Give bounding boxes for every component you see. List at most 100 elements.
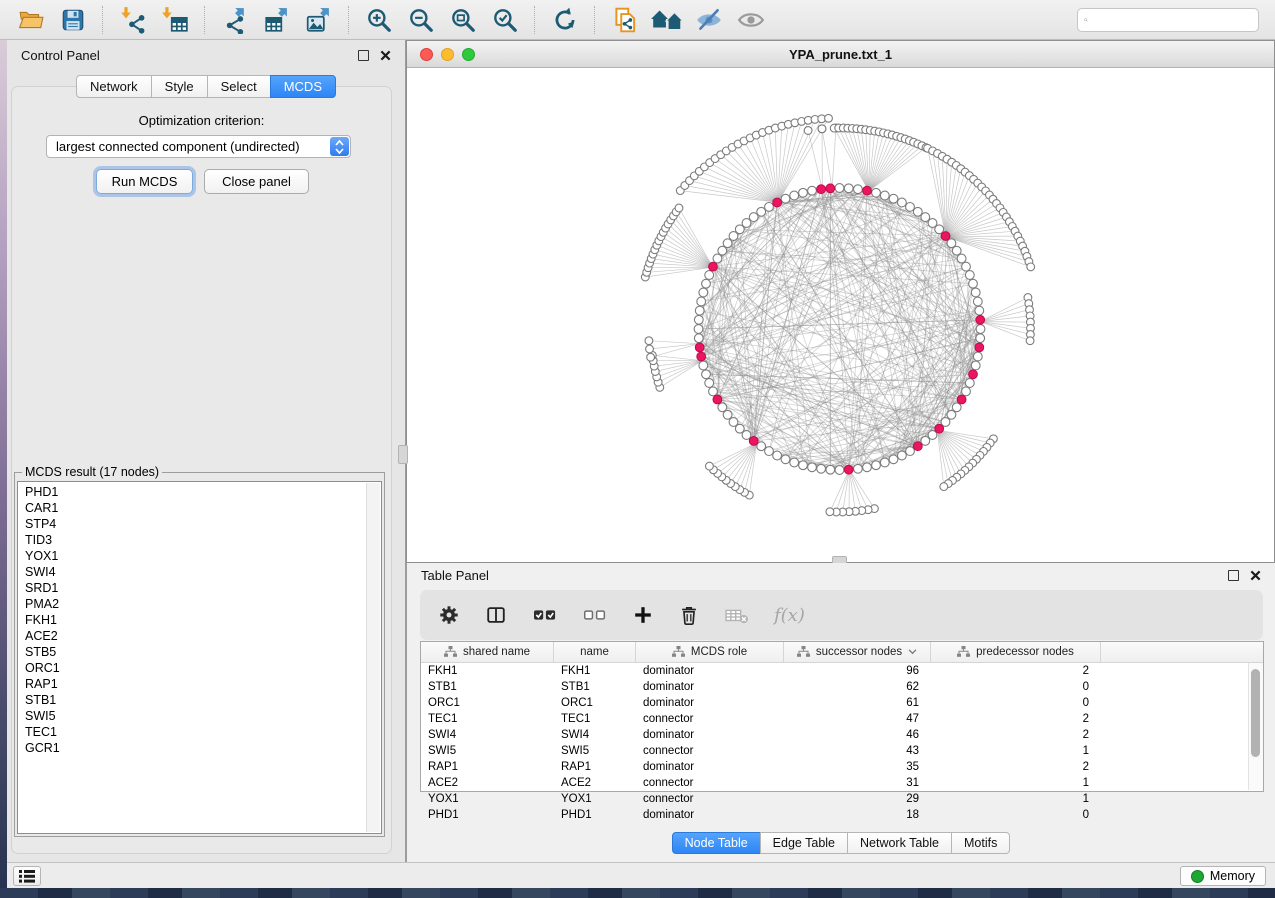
vertical-splitter-handle[interactable] (398, 445, 408, 464)
graph-node[interactable] (742, 219, 751, 228)
graph-node[interactable] (826, 465, 835, 474)
mcds-result-item[interactable]: SRD1 (18, 580, 381, 596)
mcds-result-item[interactable]: ORC1 (18, 660, 381, 676)
graph-node[interactable] (765, 447, 774, 456)
graph-mcds-node[interactable] (975, 343, 984, 352)
graph-node[interactable] (906, 203, 915, 212)
mcds-result-item[interactable]: ACE2 (18, 628, 381, 644)
graph-node[interactable] (854, 464, 863, 473)
graph-node[interactable] (697, 297, 706, 306)
graph-node[interactable] (965, 271, 974, 280)
graph-node[interactable] (971, 288, 980, 297)
graph-node[interactable] (694, 334, 703, 343)
run-mcds-button[interactable]: Run MCDS (96, 169, 193, 194)
graph-node[interactable] (969, 279, 978, 288)
graph-node[interactable] (781, 194, 790, 203)
graph-node[interactable] (844, 184, 853, 193)
export-image-button[interactable] (302, 4, 336, 36)
graph-mcds-node[interactable] (709, 262, 718, 271)
graph-leaf-node[interactable] (818, 125, 826, 133)
graph-node[interactable] (790, 458, 799, 467)
graph-node[interactable] (709, 387, 718, 396)
graph-node[interactable] (835, 466, 844, 475)
graph-leaf-node[interactable] (825, 114, 833, 122)
graph-node[interactable] (962, 387, 971, 396)
graph-node[interactable] (973, 297, 982, 306)
mcds-result-item[interactable]: PMA2 (18, 596, 381, 612)
graph-node[interactable] (781, 455, 790, 464)
graph-node[interactable] (898, 451, 907, 460)
tab-style[interactable]: Style (151, 75, 208, 98)
deselect-all-icon[interactable] (582, 604, 608, 626)
table-row[interactable]: RAP1RAP1dominator352 (421, 759, 1263, 775)
column-header-name[interactable]: name (554, 642, 636, 662)
float-panel-icon[interactable] (358, 50, 369, 61)
graph-mcds-node[interactable] (713, 395, 722, 404)
column-header-predecessor-nodes[interactable]: predecessor nodes (931, 642, 1101, 662)
task-history-button[interactable] (13, 866, 41, 886)
mcds-result-item[interactable]: GCR1 (18, 740, 381, 756)
graph-node[interactable] (863, 463, 872, 472)
graph-mcds-node[interactable] (863, 186, 872, 195)
graph-node[interactable] (835, 184, 844, 193)
graph-node[interactable] (872, 188, 881, 197)
table-scrollbar-thumb[interactable] (1251, 669, 1260, 757)
mcds-result-item[interactable]: STB5 (18, 644, 381, 660)
graph-node[interactable] (799, 188, 808, 197)
close-panel-icon[interactable] (380, 50, 391, 61)
table-tab-edge-table[interactable]: Edge Table (760, 832, 848, 854)
settings-gear-icon[interactable] (438, 604, 460, 626)
graph-node[interactable] (976, 325, 985, 334)
graph-node[interactable] (694, 325, 703, 334)
graph-node[interactable] (947, 410, 956, 419)
column-header-successor-nodes[interactable]: successor nodes (784, 642, 931, 662)
graph-node[interactable] (718, 403, 727, 412)
graph-node[interactable] (699, 288, 708, 297)
graph-node[interactable] (965, 379, 974, 388)
graph-leaf-node[interactable] (645, 337, 653, 345)
graph-mcds-node[interactable] (913, 442, 922, 451)
table-tab-motifs[interactable]: Motifs (951, 832, 1010, 854)
graph-node[interactable] (705, 379, 714, 388)
graph-node[interactable] (799, 461, 808, 470)
list-scrollbar[interactable] (366, 483, 380, 832)
graph-node[interactable] (773, 451, 782, 460)
table-row[interactable]: STB1STB1dominator620 (421, 679, 1263, 695)
graph-node[interactable] (765, 203, 774, 212)
export-table-button[interactable] (260, 4, 294, 36)
table-tab-network-table[interactable]: Network Table (847, 832, 952, 854)
network-graph[interactable] (407, 67, 1274, 562)
show-all-button[interactable] (734, 4, 768, 36)
graph-node[interactable] (702, 370, 711, 379)
mcds-result-list[interactable]: PHD1CAR1STP4TID3YOX1SWI4SRD1PMA2FKH1ACE2… (17, 481, 382, 834)
mcds-result-item[interactable]: SWI5 (18, 708, 381, 724)
table-row[interactable]: TEC1TEC1connector472 (421, 711, 1263, 727)
graph-node[interactable] (694, 315, 703, 324)
table-tab-node-table[interactable]: Node Table (672, 832, 761, 854)
table-row[interactable]: FKH1FKH1dominator962 (421, 663, 1263, 679)
close-table-panel-icon[interactable] (1250, 570, 1261, 581)
hide-selected-button[interactable] (692, 4, 726, 36)
graph-leaf-node[interactable] (804, 127, 812, 135)
clone-network-button[interactable] (608, 4, 642, 36)
table-row[interactable]: YOX1YOX1connector291 (421, 791, 1263, 807)
mcds-result-item[interactable]: TEC1 (18, 724, 381, 740)
zoom-fit-button[interactable] (446, 4, 480, 36)
network-window-titlebar[interactable]: YPA_prune.txt_1 (407, 41, 1274, 68)
graph-mcds-node[interactable] (976, 315, 985, 324)
graph-mcds-node[interactable] (941, 232, 950, 241)
graph-node[interactable] (699, 361, 708, 370)
graph-node[interactable] (705, 271, 714, 280)
graph-node[interactable] (906, 447, 915, 456)
graph-leaf-node[interactable] (1026, 337, 1034, 345)
graph-mcds-node[interactable] (935, 424, 944, 433)
mcds-result-item[interactable]: TID3 (18, 532, 381, 548)
graph-node[interactable] (898, 198, 907, 207)
graph-node[interactable] (702, 279, 711, 288)
table-row[interactable]: PHD1PHD1dominator180 (421, 807, 1263, 823)
mcds-result-item[interactable]: STP4 (18, 516, 381, 532)
export-network-button[interactable] (218, 4, 252, 36)
graph-node[interactable] (695, 306, 704, 315)
search-input[interactable] (1093, 12, 1252, 28)
graph-mcds-node[interactable] (957, 395, 966, 404)
